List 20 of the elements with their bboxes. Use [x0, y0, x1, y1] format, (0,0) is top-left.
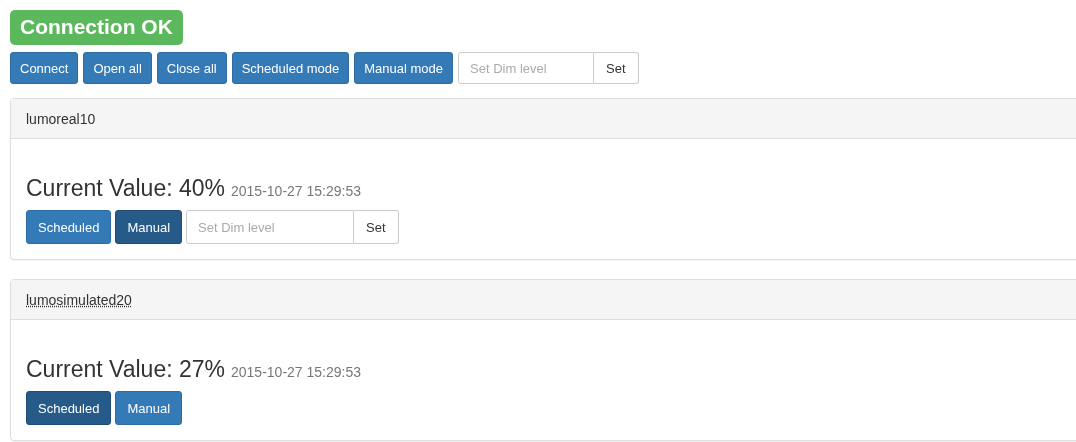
timestamp: 2015-10-27 15:29:53 [231, 183, 361, 199]
toolbar-button[interactable]: Manual mode [354, 52, 454, 84]
device-name[interactable]: lumoreal10 [26, 110, 96, 127]
toolbar-button[interactable]: Scheduled mode [231, 52, 350, 84]
mode-button[interactable]: Scheduled [26, 210, 112, 244]
mode-button[interactable]: Manual [115, 210, 183, 244]
toolbar-button[interactable]: Connect [10, 52, 79, 84]
device-name[interactable]: lumosimulated20 [26, 291, 132, 308]
mode-button[interactable]: Manual [115, 391, 183, 425]
current-value: Current Value: 40% [26, 175, 225, 202]
dim-level-field[interactable]: Set Dim level [186, 210, 355, 244]
connection-status-badge: Connection OK [10, 10, 183, 45]
toolbar-button[interactable]: Open all [83, 52, 152, 84]
set-button[interactable]: Set [594, 52, 639, 84]
timestamp: 2015-10-27 15:29:53 [231, 364, 361, 380]
set-button[interactable]: Set [354, 210, 399, 244]
dim-level-field[interactable]: Set Dim level [458, 52, 595, 84]
mode-button[interactable]: Scheduled [26, 391, 112, 425]
toolbar-button[interactable]: Close all [156, 52, 227, 84]
current-value: Current Value: 27% [26, 356, 225, 383]
